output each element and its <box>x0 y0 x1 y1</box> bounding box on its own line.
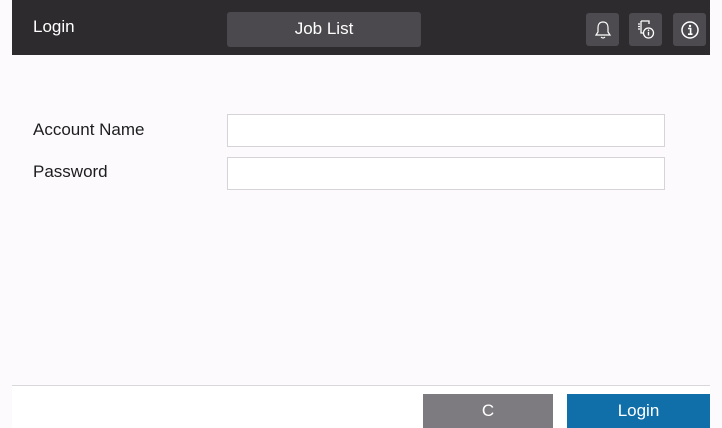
info-button[interactable] <box>673 13 706 46</box>
info-icon <box>680 20 700 40</box>
header-bar: Login Job List <box>12 0 710 55</box>
account-name-input[interactable] <box>227 114 665 147</box>
login-button[interactable]: Login <box>567 394 710 428</box>
clear-button[interactable]: C <box>423 394 553 428</box>
device-info-icon <box>636 19 656 41</box>
footer-bar: C Login <box>12 386 710 428</box>
job-list-button[interactable]: Job List <box>227 12 421 47</box>
account-name-label: Account Name <box>33 120 145 139</box>
bell-icon <box>594 20 612 40</box>
login-screen: Login Job List Account Name Password C L… <box>0 0 722 428</box>
password-label: Password <box>33 162 108 181</box>
device-info-button[interactable] <box>629 13 662 46</box>
page-title: Login <box>33 17 75 36</box>
password-input[interactable] <box>227 157 665 190</box>
notification-button[interactable] <box>586 13 619 46</box>
